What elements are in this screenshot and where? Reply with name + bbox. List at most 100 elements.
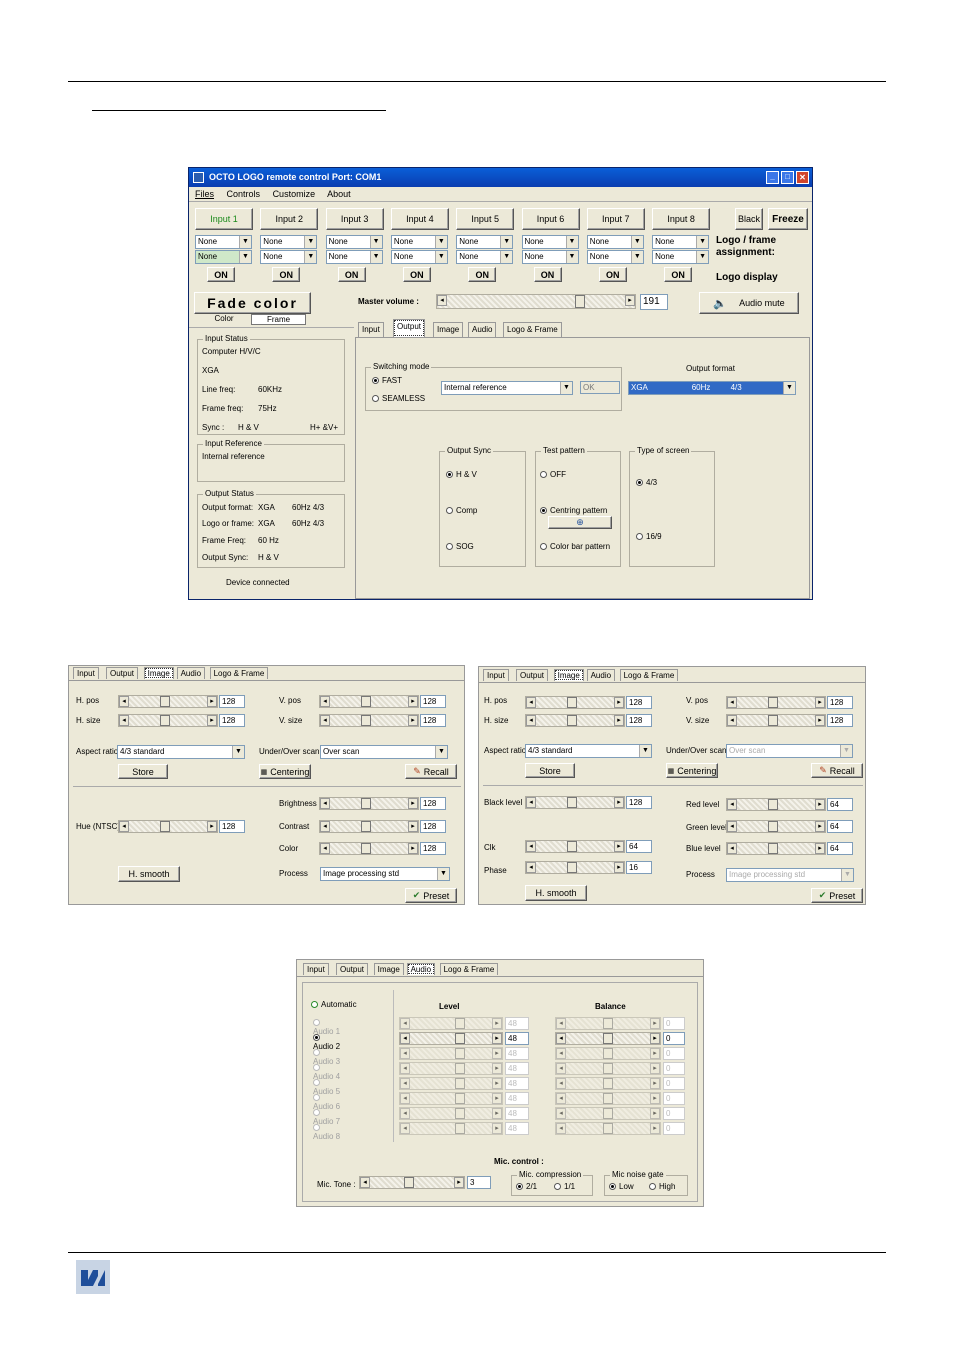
fast-radio[interactable]: FAST	[372, 376, 402, 385]
slider-left-arrow[interactable]: ◂	[727, 799, 737, 810]
logo-display-on-button[interactable]: ON	[402, 267, 431, 282]
hue-slider[interactable]: ◂ ▸	[118, 820, 218, 833]
screen-43[interactable]: 4/3	[636, 478, 657, 487]
slider-left-arrow[interactable]: ◂	[727, 821, 737, 832]
input-4-button[interactable]: Input 4	[390, 208, 449, 230]
mic-tone-slider[interactable]: ◂ ▸	[359, 1176, 465, 1189]
image-left-tab-output[interactable]: Output	[106, 667, 139, 679]
clk-slider[interactable]: ◂ ▸	[525, 840, 625, 853]
audio-panel-tab-image[interactable]: Image	[373, 963, 404, 975]
slider-right-arrow[interactable]: ▸	[614, 841, 624, 852]
frame-tab[interactable]: Frame	[251, 314, 306, 325]
input-7-button[interactable]: Input 7	[586, 208, 645, 230]
reference-select[interactable]: Internal reference ▼	[441, 381, 573, 395]
slider-left-arrow[interactable]: ◂	[400, 1033, 410, 1044]
logo-display-on-button[interactable]: ON	[598, 267, 627, 282]
slider-right-arrow[interactable]: ▸	[454, 1177, 464, 1188]
image-right-tab-image[interactable]: Image	[553, 669, 584, 681]
audio-2-balance-value[interactable]: 0	[663, 1032, 685, 1045]
red-level-slider[interactable]: ◂ ▸	[726, 798, 826, 811]
slider-left-arrow[interactable]: ◂	[727, 715, 737, 726]
slider-thumb[interactable]	[603, 1033, 613, 1044]
input-6-button[interactable]: Input 6	[521, 208, 580, 230]
slider-right-arrow[interactable]: ▸	[408, 843, 418, 854]
vpos-slider[interactable]: ◂ ▸	[726, 696, 826, 709]
black-level-value[interactable]: 128	[626, 796, 652, 809]
output-sync-sog[interactable]: SOG	[446, 542, 474, 551]
slider-thumb[interactable]	[567, 797, 577, 808]
noise-gate-low[interactable]: Low	[609, 1182, 634, 1191]
output-sync-comp[interactable]: Comp	[446, 506, 477, 515]
automatic-radio[interactable]: Automatic	[311, 1000, 357, 1009]
logo-assign-select[interactable]: None ▼	[456, 235, 514, 249]
test-pattern-colorbar[interactable]: Color bar pattern	[540, 542, 610, 551]
input-1-button[interactable]: Input 1	[195, 208, 253, 230]
slider-right-arrow[interactable]: ▸	[815, 697, 825, 708]
black-level-slider[interactable]: ◂ ▸	[525, 796, 625, 809]
slider-right-arrow[interactable]: ▸	[207, 696, 217, 707]
slider-thumb[interactable]	[404, 1177, 414, 1188]
brightness-slider[interactable]: ◂ ▸	[319, 797, 419, 810]
image-right-tab-input[interactable]: Input	[483, 669, 509, 681]
slider-right-arrow[interactable]: ▸	[614, 697, 624, 708]
process-select[interactable]: Image processing std ▼	[320, 867, 450, 881]
menu-files[interactable]: Files	[195, 189, 214, 199]
audio-panel-tab-audio[interactable]: Audio	[406, 963, 436, 975]
brightness-value[interactable]: 128	[420, 797, 446, 810]
slider-thumb[interactable]	[361, 696, 371, 707]
slider-thumb[interactable]	[567, 862, 577, 873]
audio-8-radio[interactable]: Audio 8	[313, 1123, 340, 1141]
main-tab-input[interactable]: Input	[358, 322, 384, 337]
aspect-select[interactable]: 4/3 standard ▼	[525, 744, 652, 758]
vsize-value[interactable]: 128	[827, 714, 853, 727]
compression-21[interactable]: 2/1	[516, 1182, 537, 1191]
recall-button[interactable]: ✎ Recall	[811, 763, 863, 778]
master-volume-slider[interactable]: ◂ ▸	[436, 294, 636, 309]
hpos-slider[interactable]: ◂ ▸	[525, 696, 625, 709]
logo-assign-select[interactable]: None ▼	[260, 235, 318, 249]
screen-169[interactable]: 16/9	[636, 532, 662, 541]
slider-left-arrow[interactable]: ◂	[526, 797, 536, 808]
test-pattern-centring[interactable]: Centring pattern	[540, 506, 607, 515]
logo-display-on-button[interactable]: ON	[533, 267, 562, 282]
image-left-tab-input[interactable]: Input	[73, 667, 99, 679]
slider-thumb[interactable]	[768, 821, 778, 832]
slider-right-arrow[interactable]: ▸	[614, 715, 624, 726]
contrast-slider[interactable]: ◂ ▸	[319, 820, 419, 833]
red-level-value[interactable]: 64	[827, 798, 853, 811]
slider-thumb[interactable]	[567, 841, 577, 852]
main-tab-output[interactable]: Output	[393, 319, 426, 337]
phase-value[interactable]: 16	[626, 861, 652, 874]
centering-button[interactable]: ▦ Centering	[666, 763, 718, 778]
input-8-button[interactable]: Input 8	[652, 208, 711, 230]
logo-assign-select[interactable]: None ▼	[652, 235, 710, 249]
menu-controls[interactable]: Controls	[227, 189, 261, 199]
frame-assign-select[interactable]: None ▼	[325, 250, 383, 264]
slider-left-arrow[interactable]: ◂	[526, 697, 536, 708]
audio-2-balance-slider[interactable]: ◂ ▸	[555, 1032, 661, 1045]
aspect-select[interactable]: 4/3 standard ▼	[117, 745, 245, 759]
scan-select[interactable]: Over scan ▼	[726, 744, 853, 758]
slider-left-arrow[interactable]: ◂	[320, 696, 330, 707]
slider-right-arrow[interactable]: ▸	[815, 715, 825, 726]
audio-panel-tab-output[interactable]: Output	[336, 963, 369, 975]
slider-right-arrow[interactable]: ▸	[207, 715, 217, 726]
logo-assign-select[interactable]: None ▼	[390, 235, 448, 249]
slider-left-arrow[interactable]: ◂	[526, 862, 536, 873]
slider-right-arrow[interactable]: ▸	[408, 715, 418, 726]
slider-thumb[interactable]	[160, 696, 170, 707]
store-button[interactable]: Store	[525, 763, 575, 778]
master-volume-value[interactable]: 191	[640, 294, 668, 310]
hsize-value[interactable]: 128	[219, 714, 245, 727]
vsize-slider[interactable]: ◂ ▸	[726, 714, 826, 727]
logo-display-on-button[interactable]: ON	[337, 267, 366, 282]
audio-panel-tab-input[interactable]: Input	[303, 963, 329, 975]
slider-thumb[interactable]	[768, 843, 778, 854]
output-format-select[interactable]: XGA 60Hz 4/3 ▼	[628, 381, 796, 395]
centering-button[interactable]: ▦ Centering	[259, 764, 311, 779]
slider-thumb[interactable]	[361, 798, 371, 809]
slider-left-arrow[interactable]: ◂	[320, 715, 330, 726]
vpos-value[interactable]: 128	[827, 696, 853, 709]
vpos-slider[interactable]: ◂ ▸	[319, 695, 419, 708]
fade-color-button[interactable]: Fade color	[194, 292, 311, 314]
